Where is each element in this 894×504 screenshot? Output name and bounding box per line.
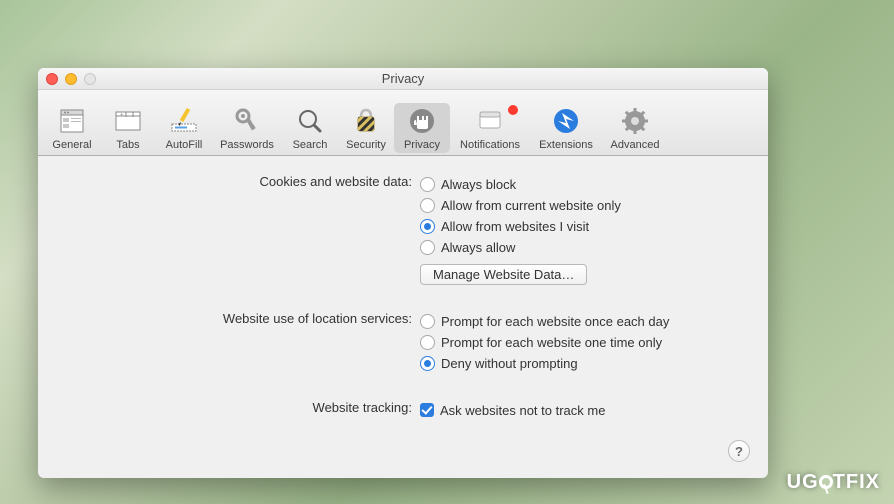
radio-icon: [420, 335, 435, 350]
tab-extensions[interactable]: Extensions: [530, 103, 602, 153]
general-icon: [56, 105, 88, 137]
checkbox-icon: [420, 403, 434, 417]
advanced-icon: [619, 105, 651, 137]
tab-tabs[interactable]: + Tabs: [100, 103, 156, 153]
privacy-icon: [406, 105, 438, 137]
location-option-prompt-one-time[interactable]: Prompt for each website one time only: [420, 332, 746, 352]
tab-security[interactable]: Security: [338, 103, 394, 153]
search-icon: [294, 105, 326, 137]
extensions-icon: [550, 105, 582, 137]
radio-icon: [420, 177, 435, 192]
toolbar: General + Tabs: [38, 90, 768, 156]
tabs-icon: +: [112, 105, 144, 137]
passwords-icon: [231, 105, 263, 137]
cookies-option-always-block[interactable]: Always block: [420, 174, 746, 194]
location-option-deny[interactable]: Deny without prompting: [420, 353, 746, 373]
cookies-option-always-allow[interactable]: Always allow: [420, 237, 746, 257]
radio-icon: [420, 240, 435, 255]
traffic-lights: [46, 73, 96, 85]
maximize-button: [84, 73, 96, 85]
minimize-button[interactable]: [65, 73, 77, 85]
autofill-icon: [168, 105, 200, 137]
tab-search[interactable]: Search: [282, 103, 338, 153]
tab-privacy[interactable]: Privacy: [394, 103, 450, 153]
manage-website-data-button[interactable]: Manage Website Data…: [420, 264, 587, 285]
tab-notifications[interactable]: Notifications: [450, 103, 530, 153]
content-panel: Cookies and website data: Always block A…: [38, 156, 768, 421]
tab-advanced[interactable]: Advanced: [602, 103, 668, 153]
cookies-option-allow-current[interactable]: Allow from current website only: [420, 195, 746, 215]
titlebar: Privacy: [38, 68, 768, 90]
svg-text:+: +: [120, 113, 124, 119]
notifications-icon: [474, 105, 506, 137]
radio-icon: [420, 314, 435, 329]
cookies-section: Cookies and website data: Always block A…: [60, 174, 746, 285]
window-title: Privacy: [382, 71, 425, 86]
radio-icon: [420, 219, 435, 234]
cookies-option-allow-visited[interactable]: Allow from websites I visit: [420, 216, 746, 236]
tracking-section: Website tracking: Ask websites not to tr…: [60, 400, 746, 421]
location-option-prompt-each-day[interactable]: Prompt for each website once each day: [420, 311, 746, 331]
tracking-option-do-not-track[interactable]: Ask websites not to track me: [420, 400, 746, 420]
watermark: UGTFIX: [787, 471, 880, 494]
radio-icon: [420, 198, 435, 213]
location-label: Website use of location services:: [60, 311, 420, 374]
radio-icon: [420, 356, 435, 371]
close-button[interactable]: [46, 73, 58, 85]
help-button[interactable]: ?: [728, 440, 750, 462]
watermark-dot-icon: [819, 475, 833, 489]
location-section: Website use of location services: Prompt…: [60, 311, 746, 374]
tab-passwords[interactable]: Passwords: [212, 103, 282, 153]
security-icon: [350, 105, 382, 137]
preferences-window: Privacy General: [38, 68, 768, 478]
notification-badge: [508, 105, 518, 115]
tab-general[interactable]: General: [44, 103, 100, 153]
tracking-label: Website tracking:: [60, 400, 420, 421]
tab-autofill[interactable]: AutoFill: [156, 103, 212, 153]
cookies-label: Cookies and website data:: [60, 174, 420, 285]
